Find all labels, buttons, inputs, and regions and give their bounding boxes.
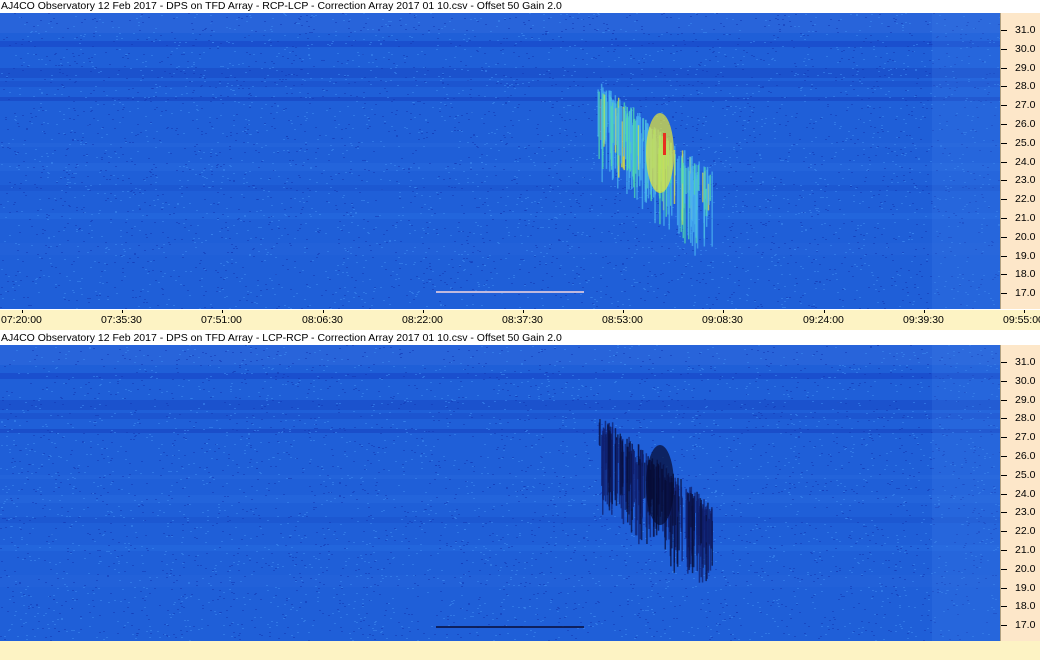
frequency-tick xyxy=(1001,400,1007,401)
time-tick xyxy=(824,310,825,313)
frequency-label: 24.0 xyxy=(1015,488,1036,500)
frequency-label: 18.0 xyxy=(1015,268,1036,280)
spectrogram-panel-bottom: AJ4CO Observatory 12 Feb 2017 - DPS on T… xyxy=(0,330,1040,664)
time-tick xyxy=(1024,310,1025,313)
panel-title-bottom: AJ4CO Observatory 12 Feb 2017 - DPS on T… xyxy=(0,332,1040,345)
frequency-label: 24.0 xyxy=(1015,156,1036,168)
frequency-label: 28.0 xyxy=(1015,412,1036,424)
frequency-label: 28.0 xyxy=(1015,80,1036,92)
time-tick xyxy=(423,310,424,313)
frequency-label: 31.0 xyxy=(1015,356,1036,368)
frequency-tick xyxy=(1001,512,1007,513)
time-label: 09:08:30 xyxy=(702,314,743,326)
frequency-tick xyxy=(1001,256,1007,257)
spectrogram-canvas-bottom xyxy=(0,345,1000,641)
frequency-label: 29.0 xyxy=(1015,394,1036,406)
time-label: 09:24:00 xyxy=(803,314,844,326)
frequency-tick xyxy=(1001,124,1007,125)
frequency-tick xyxy=(1001,437,1007,438)
frequency-tick xyxy=(1001,162,1007,163)
spectrogram-image-top[interactable] xyxy=(0,13,1000,309)
frequency-label: 30.0 xyxy=(1015,375,1036,387)
time-label: 08:06:30 xyxy=(302,314,343,326)
frequency-label: 26.0 xyxy=(1015,450,1036,462)
frequency-label: 25.0 xyxy=(1015,137,1036,149)
frequency-tick xyxy=(1001,293,1007,294)
frequency-tick xyxy=(1001,68,1007,69)
frequency-tick xyxy=(1001,49,1007,50)
frequency-tick xyxy=(1001,105,1007,106)
frequency-label: 19.0 xyxy=(1015,582,1036,594)
spectrogram-image-bottom[interactable] xyxy=(0,345,1000,641)
frequency-label: 22.0 xyxy=(1015,525,1036,537)
frequency-label: 21.0 xyxy=(1015,544,1036,556)
time-label: 09:55:00 xyxy=(1003,314,1040,326)
frequency-tick xyxy=(1001,588,1007,589)
frequency-tick xyxy=(1001,550,1007,551)
time-tick xyxy=(623,310,624,313)
frequency-tick xyxy=(1001,237,1007,238)
frequency-label: 20.0 xyxy=(1015,231,1036,243)
frequency-tick xyxy=(1001,274,1007,275)
frequency-tick xyxy=(1001,218,1007,219)
frequency-label: 27.0 xyxy=(1015,99,1036,111)
frequency-tick xyxy=(1001,531,1007,532)
time-tick xyxy=(122,310,123,313)
spectrogram-canvas-top xyxy=(0,13,1000,309)
frequency-tick xyxy=(1001,475,1007,476)
frequency-tick xyxy=(1001,362,1007,363)
panel-title-top: AJ4CO Observatory 12 Feb 2017 - DPS on T… xyxy=(0,0,1040,13)
time-tick xyxy=(222,310,223,313)
time-tick xyxy=(723,310,724,313)
frequency-label: 27.0 xyxy=(1015,431,1036,443)
time-axis-bottom-blank xyxy=(0,641,1040,660)
time-label: 07:51:00 xyxy=(201,314,242,326)
time-label: 07:35:30 xyxy=(101,314,142,326)
time-axis: 07:20:00 07:35:30 07:51:00 08:06:30 08:22:00… xyxy=(0,310,1040,330)
frequency-label: 29.0 xyxy=(1015,62,1036,74)
frequency-tick xyxy=(1001,606,1007,607)
frequency-label: 22.0 xyxy=(1015,193,1036,205)
frequency-label: 31.0 xyxy=(1015,24,1036,36)
frequency-tick xyxy=(1001,625,1007,626)
frequency-label: 17.0 xyxy=(1015,287,1036,299)
frequency-tick xyxy=(1001,199,1007,200)
time-tick xyxy=(523,310,524,313)
frequency-label: 20.0 xyxy=(1015,563,1036,575)
time-label: 08:37:30 xyxy=(502,314,543,326)
time-label: 09:39:30 xyxy=(903,314,944,326)
time-tick xyxy=(22,310,23,313)
frequency-tick xyxy=(1001,456,1007,457)
frequency-label: 25.0 xyxy=(1015,469,1036,481)
time-label: 07:20:00 xyxy=(1,314,42,326)
frequency-label: 21.0 xyxy=(1015,212,1036,224)
time-label: 08:53:00 xyxy=(602,314,643,326)
frequency-axis-bottom: 31.0 30.0 29.0 28.0 27.0 26.0 25.0 24.0 23.0 22.0… xyxy=(1000,345,1040,641)
frequency-axis-top: 31.0 30.0 29.0 28.0 27.0 26.0 25.0 24.0 23.0 22.0… xyxy=(1000,13,1040,309)
frequency-label: 23.0 xyxy=(1015,174,1036,186)
time-tick xyxy=(924,310,925,313)
frequency-tick xyxy=(1001,143,1007,144)
time-tick xyxy=(323,310,324,313)
frequency-tick xyxy=(1001,418,1007,419)
frequency-label: 19.0 xyxy=(1015,250,1036,262)
frequency-label: 23.0 xyxy=(1015,506,1036,518)
frequency-tick xyxy=(1001,180,1007,181)
frequency-label: 26.0 xyxy=(1015,118,1036,130)
frequency-tick xyxy=(1001,494,1007,495)
frequency-label: 17.0 xyxy=(1015,619,1036,631)
frequency-label: 30.0 xyxy=(1015,43,1036,55)
frequency-tick xyxy=(1001,381,1007,382)
frequency-tick xyxy=(1001,86,1007,87)
time-label: 08:22:00 xyxy=(402,314,443,326)
spectrogram-panel-top: AJ4CO Observatory 12 Feb 2017 - DPS on T… xyxy=(0,0,1040,330)
frequency-tick xyxy=(1001,30,1007,31)
frequency-label: 18.0 xyxy=(1015,600,1036,612)
frequency-tick xyxy=(1001,569,1007,570)
